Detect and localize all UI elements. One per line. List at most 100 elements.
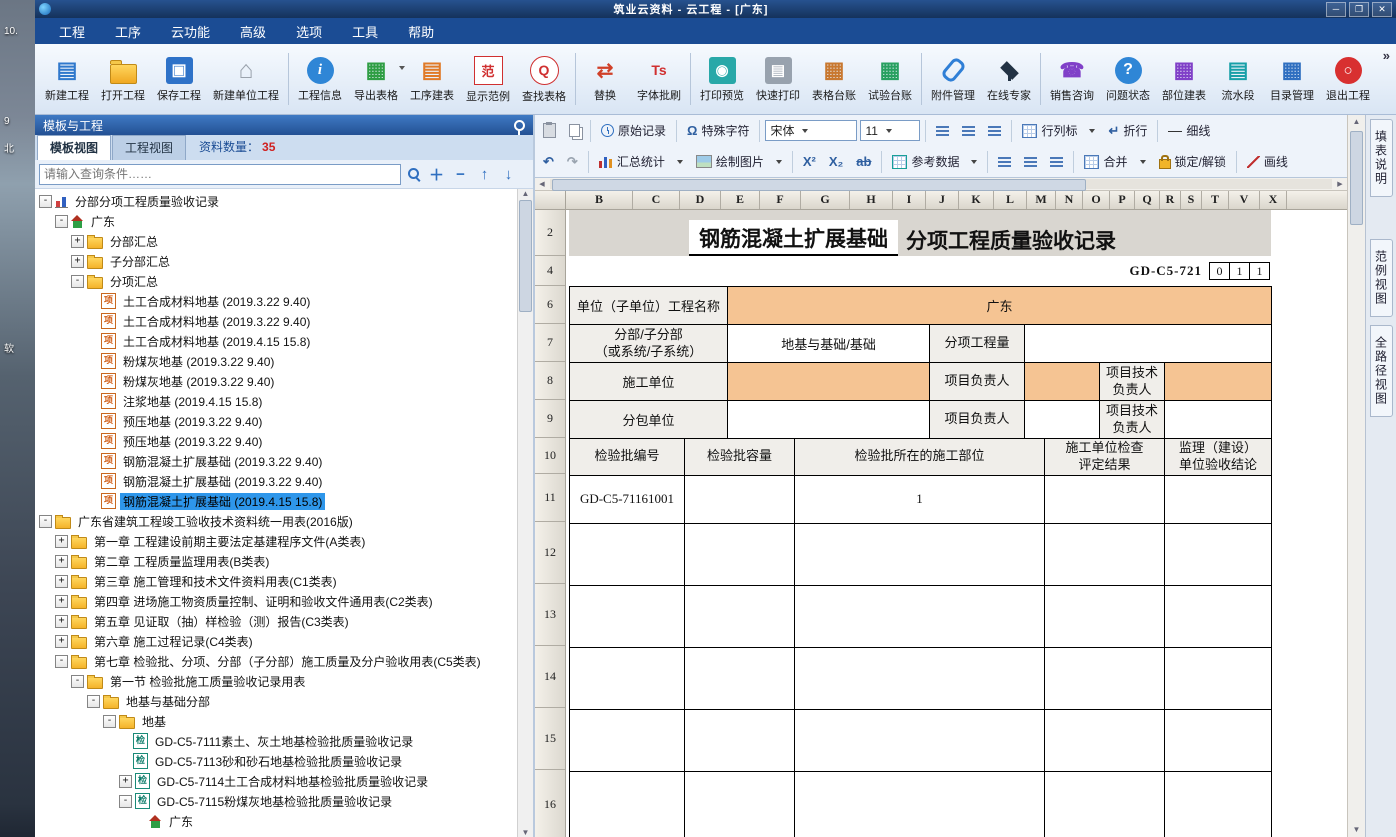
toolbar-button-find-table[interactable]: Q查找表格 — [516, 52, 572, 107]
batch-cell[interactable] — [1165, 647, 1272, 709]
hscroll-thumb[interactable] — [552, 179, 1086, 191]
column-header[interactable]: X — [1260, 191, 1287, 209]
close-button[interactable]: ✕ — [1372, 2, 1392, 17]
format-button[interactable]: X² — [798, 152, 821, 171]
tree-item[interactable]: 检GD-C5-7111素土、灰土地基检验批质量验收记录 — [35, 731, 517, 751]
column-header[interactable]: K — [959, 191, 994, 209]
batch-cell[interactable] — [570, 647, 685, 709]
prev-result-button[interactable]: ↑ — [476, 166, 493, 183]
batch-cell[interactable] — [795, 523, 1045, 585]
toolbar-button-test-ledger[interactable]: ▦试验台账 — [862, 53, 918, 106]
batch-cell[interactable]: GD-C5-71161001 — [570, 475, 685, 523]
toolbar-button-save-project[interactable]: ▣保存工程 — [151, 53, 207, 106]
toolbar-button-open-project[interactable]: 打开工程 — [95, 53, 151, 106]
menu-item-4[interactable]: 选项 — [282, 19, 336, 44]
next-result-button[interactable]: ↓ — [500, 166, 517, 183]
tree-item[interactable]: 项土工合成材料地基 (2019.3.22 9.40) — [35, 291, 517, 311]
format-button-thinline[interactable]: 细线 — [1163, 120, 1215, 141]
row-header[interactable]: 6 — [535, 286, 565, 324]
tree-item[interactable]: 项钢筋混凝土扩展基础 (2019.3.22 9.40) — [35, 451, 517, 471]
toolbar-button-table-ledger[interactable]: ▦表格台账 — [806, 53, 862, 106]
column-header[interactable]: O — [1083, 191, 1110, 209]
document-title-field[interactable]: 钢筋混凝土扩展基础 — [689, 220, 898, 256]
code-box[interactable]: 0 — [1209, 262, 1230, 280]
batch-cell[interactable] — [795, 771, 1045, 837]
expand-icon[interactable]: + — [55, 575, 68, 588]
batch-cell[interactable] — [1045, 523, 1165, 585]
tree-item[interactable]: 项预压地基 (2019.3.22 9.40) — [35, 431, 517, 451]
format-button-image[interactable]: 绘制图片 — [691, 151, 787, 172]
minimize-button[interactable]: ─ — [1326, 2, 1346, 17]
format-button[interactable]: ↶ — [538, 152, 559, 172]
batch-cell[interactable] — [1165, 771, 1272, 837]
vscroll-thumb[interactable] — [1350, 131, 1363, 225]
subcontract-unit-value[interactable] — [728, 401, 930, 439]
font-size-select[interactable]: 11 — [860, 120, 920, 141]
tree-item[interactable]: 项注浆地基 (2019.4.15 15.8) — [35, 391, 517, 411]
batch-cell[interactable] — [570, 709, 685, 771]
column-header[interactable]: J — [926, 191, 959, 209]
row-header[interactable]: 15 — [535, 708, 565, 770]
tree-item[interactable]: 项预压地基 (2019.3.22 9.40) — [35, 411, 517, 431]
tree-item[interactable]: +第二章 工程质量监理用表(B类表) — [35, 551, 517, 571]
expand-icon[interactable]: + — [55, 615, 68, 628]
tab-template-view[interactable]: 模板视图 — [37, 135, 111, 160]
column-header[interactable]: S — [1181, 191, 1202, 209]
batch-cell[interactable] — [1045, 771, 1165, 837]
format-button-lock[interactable]: 锁定/解锁 — [1154, 151, 1231, 172]
row-header[interactable]: 9 — [535, 400, 565, 438]
scroll-up-icon[interactable]: ▲ — [522, 189, 530, 198]
format-button-align-top[interactable] — [993, 155, 1016, 169]
row-header[interactable]: 4 — [535, 256, 565, 286]
column-header[interactable]: G — [801, 191, 850, 209]
collapse-icon[interactable]: - — [103, 715, 116, 728]
tree-item[interactable]: 项土工合成材料地基 (2019.3.22 9.40) — [35, 311, 517, 331]
collapse-icon[interactable]: - — [71, 275, 84, 288]
row-header[interactable]: 14 — [535, 646, 565, 708]
row-header[interactable]: 13 — [535, 584, 565, 646]
batch-cell[interactable] — [570, 523, 685, 585]
horizontal-scrollbar[interactable]: ◀ ▶ — [535, 178, 1347, 191]
batch-cell[interactable]: 1 — [795, 475, 1045, 523]
code-box[interactable]: 1 — [1229, 262, 1250, 280]
project-leader-value[interactable] — [1025, 363, 1100, 401]
expand-icon[interactable]: + — [55, 555, 68, 568]
row-header[interactable]: 10 — [535, 438, 565, 474]
tree-item[interactable]: 项粉煤灰地基 (2019.3.22 9.40) — [35, 351, 517, 371]
toolbar-button-show-sample[interactable]: 范显示范例 — [460, 52, 516, 107]
unit-name-value[interactable]: 广东 — [728, 287, 1272, 325]
format-button-paste[interactable] — [538, 121, 561, 140]
column-header[interactable]: T — [1202, 191, 1229, 209]
format-button-align-bottom[interactable] — [1045, 155, 1068, 169]
collapse-icon[interactable]: - — [119, 795, 132, 808]
tree-item[interactable]: +分部汇总 — [35, 231, 517, 251]
toolbar-button-issue-status[interactable]: ?问题状态 — [1100, 53, 1156, 106]
sub-tech-leader-value[interactable] — [1165, 401, 1272, 439]
expand-icon[interactable]: + — [119, 775, 132, 788]
collapse-icon[interactable]: - — [39, 515, 52, 528]
toolbar-button-print-preview[interactable]: ◉打印预览 — [694, 53, 750, 106]
format-button[interactable]: ab — [851, 152, 876, 171]
batch-cell[interactable] — [1045, 475, 1165, 523]
toolbar-button-export-tables[interactable]: ▦导出表格 — [348, 53, 404, 106]
format-button[interactable]: X₂ — [824, 152, 848, 171]
expand-icon[interactable]: + — [71, 235, 84, 248]
tree-item[interactable]: +第三章 施工管理和技术文件资料用表(C1类表) — [35, 571, 517, 591]
tree-item[interactable]: 项钢筋混凝土扩展基础 (2019.4.15 15.8) — [35, 491, 517, 511]
hscroll-track[interactable] — [550, 179, 1332, 189]
batch-cell[interactable] — [1045, 709, 1165, 771]
batch-cell[interactable] — [685, 771, 795, 837]
column-header[interactable]: D — [680, 191, 721, 209]
column-header[interactable]: P — [1110, 191, 1135, 209]
toolbar-button-exit-project[interactable]: ○退出工程 — [1320, 53, 1376, 106]
column-header[interactable]: M — [1027, 191, 1056, 209]
collapse-icon[interactable]: - — [87, 695, 100, 708]
menu-item-6[interactable]: 帮助 — [394, 19, 448, 44]
maximize-button[interactable]: ❐ — [1349, 2, 1369, 17]
expand-all-button[interactable]: ＋ — [428, 164, 445, 185]
format-button-align-left[interactable] — [931, 124, 954, 138]
batch-cell[interactable] — [685, 523, 795, 585]
tree-item[interactable]: -第一节 检验批施工质量验收记录用表 — [35, 671, 517, 691]
side-tab-fullpath-view[interactable]: 全路径视图 — [1370, 325, 1393, 417]
tree-item[interactable]: +第六章 施工过程记录(C4类表) — [35, 631, 517, 651]
